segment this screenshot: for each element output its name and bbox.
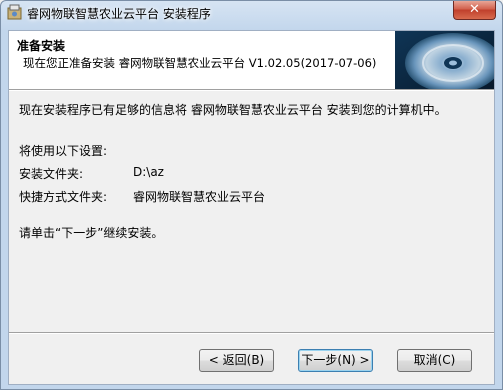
- close-button[interactable]: ✕: [453, 1, 496, 20]
- page-title: 准备安装: [17, 39, 66, 53]
- instruction-text: 请单击“下一步”继续安装。: [19, 226, 164, 240]
- wizard-header: 准备安装 现在您正准备安装 睿网物联智慧农业云平台 V1.02.05(2017-…: [9, 31, 494, 89]
- installer-app-icon: [7, 4, 22, 20]
- shortcut-folder-value: 睿网物联智慧农业云平台: [133, 190, 266, 204]
- close-icon: ✕: [469, 2, 480, 17]
- window-title: 睿网物联智慧农业云平台 安装程序: [27, 7, 211, 21]
- next-button[interactable]: 下一步(N) >: [298, 349, 373, 372]
- install-folder-label: 安装文件夹:: [19, 167, 84, 181]
- settings-heading: 将使用以下设置:: [19, 144, 108, 158]
- installer-window: 睿网物联智慧农业云平台 安装程序 ✕ 准备安装 现在您正准备安装 睿网物联智慧农…: [0, 0, 503, 390]
- title-bar[interactable]: 睿网物联智慧农业云平台 安装程序 ✕: [1, 1, 502, 23]
- header-separator: [9, 89, 494, 91]
- install-folder-value: D:\az: [133, 165, 164, 179]
- back-button[interactable]: < 返回(B): [199, 349, 274, 372]
- client-area: 准备安装 现在您正准备安装 睿网物联智慧农业云平台 V1.02.05(2017-…: [8, 30, 495, 385]
- intro-text: 现在安装程序已有足够的信息将 睿网物联智慧农业云平台 安装到您的计算机中。: [19, 103, 447, 117]
- page-subtitle: 现在您正准备安装 睿网物联智慧农业云平台 V1.02.05(2017-07-06…: [23, 56, 377, 70]
- cancel-button[interactable]: 取消(C): [397, 349, 472, 372]
- footer-separator: [9, 332, 494, 334]
- shortcut-folder-label: 快捷方式文件夹:: [19, 190, 108, 204]
- cd-disc-icon: [395, 31, 494, 89]
